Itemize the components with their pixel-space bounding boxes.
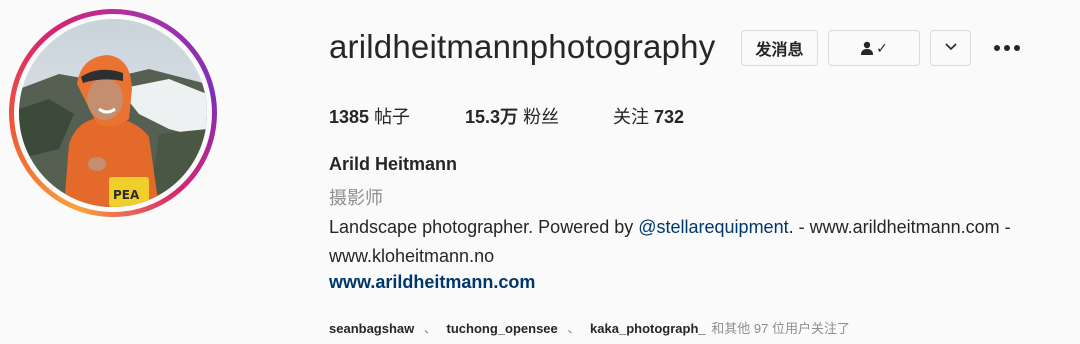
avatar[interactable]: PEA [19,19,207,207]
bio: Landscape photographer. Powered by @stel… [329,213,1011,271]
posts-stat[interactable]: 1385 帖子 [329,103,410,129]
website-link[interactable]: www.arildheitmann.com [329,272,535,293]
suggestions-dropdown-button[interactable] [930,30,971,66]
followed-by-user[interactable]: kaka_photograph_ [590,321,706,336]
followers-count: 15.3万 [465,107,519,127]
following-button[interactable]: ✓ [828,30,920,66]
separator: 、 [423,321,437,336]
following-count: 732 [654,107,685,127]
followers-label: 粉丝 [523,107,560,127]
username: arildheitmannphotography [329,28,716,65]
dot [1004,45,1010,51]
followed-by-user[interactable]: seanbagshaw [329,321,414,336]
posts-count: 1385 [329,107,370,127]
avatar-story-ring[interactable]: PEA [9,9,217,217]
check-icon: ✓ [876,39,888,56]
bio-line-1: Landscape photographer. Powered by @stel… [329,213,1011,242]
dot [994,45,1000,51]
more-options-icon[interactable] [990,38,1024,58]
followed-by: seanbagshaw 、 tuchong_opensee 、 kaka_pho… [329,318,850,337]
separator: 、 [567,321,581,336]
bio-mention-link[interactable]: @stellarequipment [638,217,788,237]
full-name: Arild Heitmann [329,154,458,174]
followed-by-user[interactable]: tuchong_opensee [447,321,558,336]
person-icon [860,41,874,55]
dot [1014,45,1020,51]
followed-by-suffix: 和其他 97 位用户关注了 [711,321,850,336]
svg-text:PEA: PEA [113,188,140,202]
avatar-photo: PEA [19,19,207,207]
bio-prefix: Landscape photographer. Powered by [329,217,639,237]
posts-label: 帖子 [374,107,411,127]
bio-line-2: www.kloheitmann.no [329,246,495,266]
message-button[interactable]: 发消息 [741,30,818,66]
category-label: 摄影师 [329,188,383,208]
following-label: 关注 [613,107,649,127]
chevron-down-icon [944,39,958,57]
following-stat[interactable]: 关注 732 [613,103,684,129]
bio-suffix: . - www.arildheitmann.com - [788,217,1011,237]
followers-stat[interactable]: 15.3万 粉丝 [465,103,559,129]
